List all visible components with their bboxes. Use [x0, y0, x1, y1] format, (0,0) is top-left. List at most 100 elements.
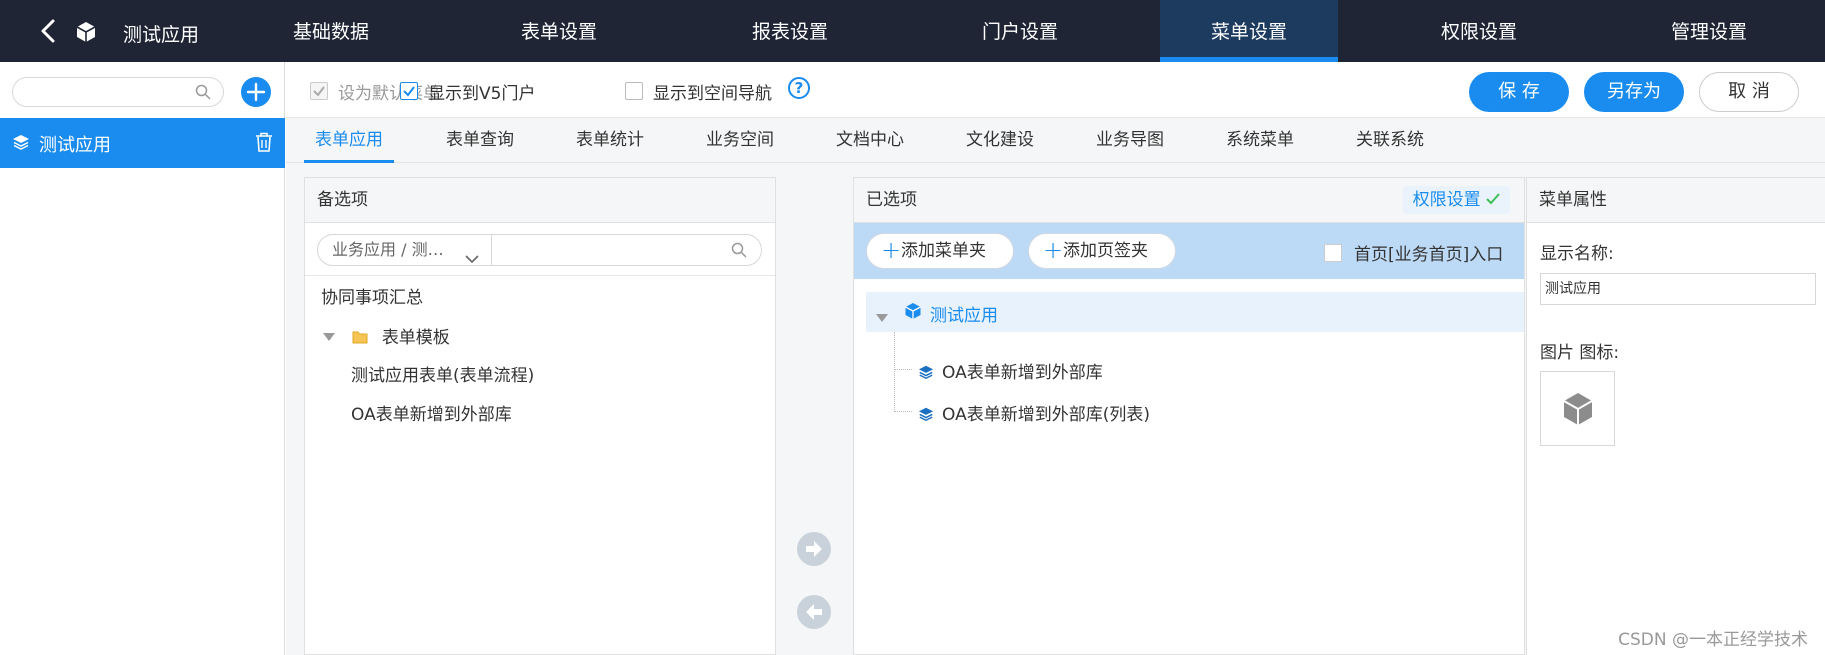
tree-folder-form-templates[interactable]: 表单模板	[323, 323, 450, 349]
back-icon[interactable]	[38, 18, 60, 44]
add-tab-folder-label: 添加页签夹	[1063, 241, 1148, 261]
nav-tab-basic-data[interactable]: 基础数据	[242, 0, 420, 62]
tree-connector	[894, 369, 912, 370]
subtab-business-space[interactable]: 业务空间	[695, 118, 785, 163]
check-icon	[1486, 193, 1500, 205]
nav-tab-admin-settings[interactable]: 管理设置	[1620, 0, 1798, 62]
sidebar-search-input[interactable]	[23, 78, 193, 104]
nav-tab-permission-settings[interactable]: 权限设置	[1390, 0, 1568, 62]
move-right-button[interactable]	[797, 532, 831, 566]
permission-settings-button[interactable]: 权限设置	[1402, 186, 1510, 214]
check-icon	[403, 86, 415, 97]
arrow-right-icon	[806, 541, 822, 557]
tree-item-form[interactable]: OA表单新增到外部库	[351, 400, 512, 425]
selected-child-item[interactable]: OA表单新增到外部库	[918, 358, 1103, 385]
checkbox-box	[400, 82, 418, 100]
layers-icon	[918, 406, 934, 427]
selected-panel-header: 已选项 权限设置	[854, 178, 1524, 223]
selected-root-node[interactable]: 测试应用	[866, 292, 1524, 332]
plus-icon: +	[881, 236, 902, 264]
subtab-form-query[interactable]: 表单查询	[435, 118, 525, 163]
tree-item-form[interactable]: 测试应用表单(表单流程)	[351, 361, 534, 386]
show-space-nav-checkbox[interactable]: 显示到空间导航	[625, 80, 772, 104]
move-left-button[interactable]	[797, 595, 831, 629]
subtab-culture[interactable]: 文化建设	[955, 118, 1045, 163]
nav-tab-report-settings[interactable]: 报表设置	[701, 0, 879, 62]
tree-connector	[894, 332, 895, 412]
display-name-input[interactable]: 测试应用	[1540, 273, 1816, 305]
folder-label: 表单模板	[381, 328, 450, 348]
sidebar-search	[12, 77, 224, 107]
plus-icon: +	[1043, 236, 1064, 264]
selected-root-label: 测试应用	[930, 306, 998, 326]
caret-down-icon[interactable]	[876, 307, 888, 326]
nav-tab-portal-settings[interactable]: 门户设置	[931, 0, 1109, 62]
show-space-nav-label: 显示到空间导航	[653, 83, 772, 104]
add-tab-folder-button[interactable]: + 添加页签夹	[1028, 233, 1176, 269]
app-title: 测试应用	[123, 24, 200, 46]
subtab-business-map[interactable]: 业务导图	[1085, 118, 1175, 163]
cancel-button[interactable]: 取 消	[1699, 72, 1799, 112]
nav-tab-menu-settings[interactable]: 菜单设置	[1160, 0, 1338, 62]
home-entry-label: 首页[业务首页]入口	[1354, 245, 1504, 265]
candidates-search-input[interactable]	[498, 237, 718, 263]
checkbox-box	[310, 82, 328, 100]
subtab-related-system[interactable]: 关联系统	[1345, 118, 1435, 163]
add-app-button[interactable]	[241, 77, 271, 107]
toolbar: 设为默认菜单 显示到V5门户 显示到空间导航 ? 保 存 另存为 取 消	[286, 62, 1825, 118]
watermark: CSDN @一本正经学技术	[1618, 630, 1808, 650]
search-icon[interactable]	[731, 242, 747, 262]
subtab-form-stats[interactable]: 表单统计	[565, 118, 655, 163]
candidates-filter: 业务应用 / 测…	[317, 234, 762, 266]
selected-child-label: OA表单新增到外部库(列表)	[942, 405, 1150, 425]
properties-title: 菜单属性	[1527, 178, 1825, 223]
save-button[interactable]: 保 存	[1469, 72, 1569, 112]
trash-icon[interactable]	[255, 132, 273, 156]
chevron-down-icon	[465, 244, 479, 265]
content-area: 备选项 业务应用 / 测… 协同事项汇总 表单模板 测试应用表单(表单流程) O…	[286, 163, 1825, 655]
save-as-button[interactable]: 另存为	[1584, 72, 1684, 112]
app-cube-icon	[74, 20, 98, 44]
menu-icon-picker[interactable]	[1540, 371, 1615, 446]
selected-child-label: OA表单新增到外部库	[942, 363, 1103, 383]
checkbox-box	[1324, 243, 1342, 262]
add-menu-folder-button[interactable]: + 添加菜单夹	[866, 233, 1014, 269]
sidebar-item-test-app[interactable]: 测试应用	[0, 118, 285, 168]
app-cube-icon	[904, 302, 922, 324]
plus-icon	[246, 82, 266, 102]
home-entry-checkbox[interactable]: 首页[业务首页]入口	[1324, 240, 1503, 265]
nav-tab-form-settings[interactable]: 表单设置	[470, 0, 648, 62]
selected-child-item[interactable]: OA表单新增到外部库(列表)	[918, 400, 1150, 427]
help-icon[interactable]: ?	[788, 77, 810, 99]
arrow-left-icon	[806, 604, 822, 620]
check-icon	[313, 86, 325, 97]
subtab-system-menu[interactable]: 系统菜单	[1215, 118, 1305, 163]
cube-icon	[1562, 392, 1594, 430]
folder-icon	[352, 329, 372, 349]
caret-down-icon[interactable]	[323, 326, 337, 346]
permission-settings-label: 权限设置	[1412, 190, 1481, 210]
subtab-form-app[interactable]: 表单应用	[304, 118, 394, 163]
sidebar-item-label: 测试应用	[39, 135, 111, 156]
category-select[interactable]: 业务应用 / 测…	[318, 235, 492, 265]
search-icon[interactable]	[195, 84, 211, 104]
checkbox-box	[625, 82, 643, 100]
display-name-label: 显示名称:	[1540, 244, 1614, 264]
tree-item-summary[interactable]: 协同事项汇总	[321, 283, 423, 308]
candidates-title: 备选项	[305, 178, 775, 223]
menu-properties-panel: 菜单属性 显示名称: 测试应用 图片 图标:	[1526, 177, 1825, 655]
category-select-value: 业务应用 / 测…	[332, 240, 444, 259]
sidebar: 测试应用	[0, 62, 285, 655]
sub-tabs: 表单应用 表单查询 表单统计 业务空间 文档中心 文化建设 业务导图 系统菜单 …	[286, 118, 1825, 163]
candidates-panel: 备选项 业务应用 / 测… 协同事项汇总 表单模板 测试应用表单(表单流程) O…	[304, 177, 776, 655]
icon-label: 图片 图标:	[1540, 343, 1620, 363]
show-v5-portal-label: 显示到V5门户	[428, 83, 536, 104]
show-v5-portal-checkbox[interactable]: 显示到V5门户	[400, 80, 536, 104]
selected-panel: 已选项 权限设置 + 添加菜单夹 + 添加页签夹 首页[业务首页]入口 测试应用…	[853, 177, 1525, 655]
add-menu-folder-label: 添加菜单夹	[901, 241, 986, 261]
tree-connector	[894, 411, 912, 412]
layers-icon	[12, 133, 30, 155]
add-bar: + 添加菜单夹 + 添加页签夹 首页[业务首页]入口	[854, 223, 1524, 279]
subtab-doc-center[interactable]: 文档中心	[825, 118, 915, 163]
layers-icon	[918, 364, 934, 385]
